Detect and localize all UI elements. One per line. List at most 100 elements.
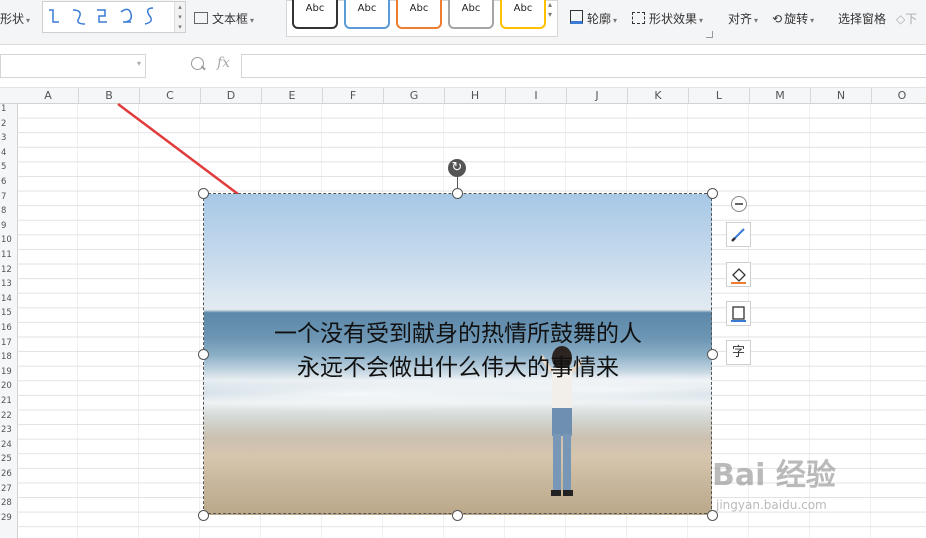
baidu-watermark: Bai 经验 jingyan.baidu.com (712, 438, 912, 518)
watermark-main: Bai 经验 (712, 458, 836, 493)
row-header-18[interactable]: 18 (0, 352, 17, 362)
chevron-down-icon[interactable]: ▾ (137, 59, 141, 68)
row-header-8[interactable]: 8 (0, 206, 17, 216)
row-header-15[interactable]: 15 (0, 308, 17, 318)
style-sample-1[interactable]: Abc (292, 0, 338, 29)
row-header-24[interactable]: 24 (0, 440, 17, 450)
shape-effects-icon (632, 12, 645, 24)
resize-handle-bottom-left[interactable] (198, 510, 209, 521)
resize-handle-top-left[interactable] (198, 188, 209, 199)
move-down-button[interactable]: ◇下 (896, 9, 917, 29)
connector-shapes-icon (49, 7, 154, 25)
brush-icon (731, 228, 745, 242)
row-header-14[interactable]: 14 (0, 294, 17, 304)
formula-bar: ▾ fx (0, 45, 926, 88)
style-sample-3[interactable]: Abc (396, 0, 442, 29)
row-header-29[interactable]: 29 (0, 513, 17, 523)
row-header-12[interactable]: 12 (0, 265, 17, 275)
row-header-13[interactable]: 13 (0, 279, 17, 289)
outline-quick-button[interactable] (726, 301, 751, 326)
row-header-6[interactable]: 6 (0, 177, 17, 187)
row-header-26[interactable]: 26 (0, 469, 17, 479)
row-header-19[interactable]: 19 (0, 367, 17, 377)
move-down-label: 下 (905, 12, 918, 26)
style-sample-5[interactable]: Abc (500, 0, 546, 29)
row-header-1[interactable]: 1 (0, 104, 17, 114)
column-header-l[interactable]: L (689, 88, 750, 103)
column-header-g[interactable]: G (384, 88, 445, 103)
row-header-27[interactable]: 27 (0, 484, 17, 494)
row-header-20[interactable]: 20 (0, 381, 17, 391)
row-header-23[interactable]: 23 (0, 425, 17, 435)
ribbon-toolbar: 形状 ▾ ▴ ▾ ▾ 文本框 ▾ Abc Abc Abc Abc Abc ▴ ▾ 轮廓 ▾ … (0, 0, 926, 45)
row-header-bar: 1 2 3 4 5 6 7 8 9 10 11 12 13 14 15 16 17 18 19 20 21 22 23 24 2… (0, 104, 18, 538)
row-header-28[interactable]: 28 (0, 498, 17, 508)
fill-button[interactable] (726, 262, 751, 287)
column-header-j[interactable]: J (567, 88, 628, 103)
column-header-f[interactable]: F (323, 88, 384, 103)
style-sample-2[interactable]: Abc (344, 0, 390, 29)
row-header-22[interactable]: 22 (0, 411, 17, 421)
chevron-down-icon: ▾ (26, 16, 31, 25)
column-header-h[interactable]: H (445, 88, 506, 103)
column-header-o[interactable]: O (872, 88, 926, 103)
shape-button[interactable]: 形状 ▾ (0, 9, 30, 29)
chevron-down-icon: ▾ (810, 16, 815, 25)
dialog-launcher-icon[interactable] (706, 31, 713, 38)
textbox-label: 文本框 (212, 12, 249, 26)
row-header-5[interactable]: 5 (0, 162, 17, 172)
watermark-url: jingyan.baidu.com (716, 498, 827, 512)
row-header-10[interactable]: 10 (0, 235, 17, 245)
resize-handle-top[interactable] (452, 188, 463, 199)
name-box[interactable]: ▾ (0, 54, 146, 78)
connector-gallery[interactable]: ▴ ▾ ▾ (42, 1, 186, 33)
formula-input[interactable] (241, 54, 926, 78)
outline-button[interactable]: 轮廓 ▾ (570, 9, 617, 29)
collapse-toolbar-button[interactable] (731, 196, 747, 212)
row-header-4[interactable]: 4 (0, 148, 17, 158)
gallery-more-button[interactable]: ▴ ▾ (548, 0, 558, 20)
column-header-i[interactable]: I (506, 88, 567, 103)
paint-bucket-icon (731, 268, 746, 284)
rotate-icon: ⟲ (772, 12, 783, 26)
resize-handle-left[interactable] (198, 349, 209, 360)
row-header-7[interactable]: 7 (0, 192, 17, 202)
row-header-9[interactable]: 9 (0, 221, 17, 231)
layer-icon: ◇ (896, 12, 906, 26)
shape-effects-button[interactable]: 形状效果 ▾ (632, 9, 703, 29)
row-header-21[interactable]: 21 (0, 396, 17, 406)
brush-style-button[interactable] (726, 222, 751, 247)
textbox-icon (194, 12, 208, 24)
row-header-25[interactable]: 25 (0, 454, 17, 464)
row-header-16[interactable]: 16 (0, 323, 17, 333)
row-header-2[interactable]: 2 (0, 119, 17, 129)
fx-icon[interactable]: fx (217, 55, 230, 71)
inserted-picture[interactable]: 一个没有受到献身的热情所鼓舞的人 永远不会做出什么伟大的事情来 (204, 194, 712, 515)
column-header-k[interactable]: K (628, 88, 689, 103)
zoom-icon[interactable] (191, 57, 204, 70)
align-label: 对齐 (728, 12, 753, 26)
gallery-scroll[interactable]: ▴ ▾ ▾ (174, 2, 185, 32)
rotate-handle-icon[interactable]: ↻ (448, 159, 466, 177)
row-header-17[interactable]: 17 (0, 338, 17, 348)
row-header-3[interactable]: 3 (0, 133, 17, 143)
chevron-down-icon: ▾ (613, 16, 618, 25)
resize-handle-bottom[interactable] (452, 510, 463, 521)
text-wrap-button[interactable]: 字 (726, 340, 751, 365)
rotate-button[interactable]: ⟲ 旋转 ▾ (772, 9, 814, 29)
row-header-11[interactable]: 11 (0, 250, 17, 260)
column-header-a[interactable]: A (18, 88, 79, 103)
align-button[interactable]: 对齐 ▾ (728, 9, 758, 29)
chevron-down-icon: ▾ (754, 16, 759, 25)
textbox-button[interactable]: 文本框 ▾ (194, 9, 254, 29)
outline-icon (731, 306, 746, 322)
selection-pane-button[interactable]: 选择窗格 (838, 9, 886, 29)
column-header-n[interactable]: N (811, 88, 872, 103)
resize-handle-top-right[interactable] (707, 188, 718, 199)
rotate-label: 旋转 (784, 12, 809, 26)
chevron-down-icon: ▾ (250, 16, 255, 25)
style-sample-4[interactable]: Abc (448, 0, 494, 29)
column-header-m[interactable]: M (750, 88, 811, 103)
resize-handle-right[interactable] (707, 349, 718, 360)
shape-label: 形状 (0, 12, 25, 26)
